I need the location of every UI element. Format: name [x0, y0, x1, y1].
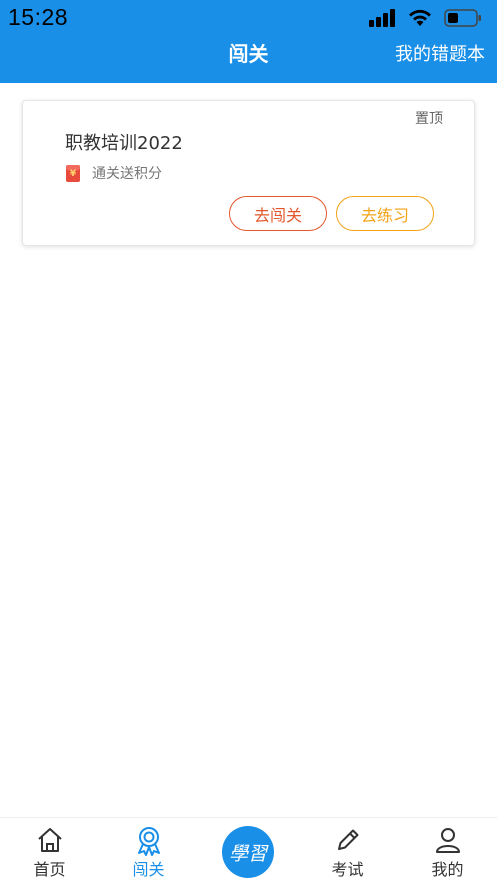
bottom-tab-bar: 首页 闯关 學習 考试 我的 [0, 817, 497, 883]
cellular-signal-icon [369, 9, 395, 27]
pencil-icon [338, 829, 359, 850]
tab-home-label: 首页 [33, 860, 66, 879]
wrong-question-book-link[interactable]: 我的错题本 [395, 40, 485, 66]
tab-home[interactable]: 首页 [0, 818, 99, 883]
medal-icon [138, 827, 160, 856]
tab-exam-label: 考试 [331, 860, 364, 879]
status-time: 15:28 [8, 4, 69, 30]
tab-mine-label: 我的 [431, 860, 464, 879]
app-header: 15:28 闯关 我的错题本 [0, 0, 497, 83]
reward-text: 通关送积分 [92, 166, 162, 182]
home-icon [38, 828, 62, 852]
go-challenge-button[interactable]: 去闯关 [229, 196, 327, 231]
tab-challenge-label: 闯关 [132, 860, 165, 879]
wifi-icon [409, 9, 431, 26]
tab-challenge[interactable]: 闯关 [99, 818, 198, 883]
go-practice-button[interactable]: 去练习 [336, 196, 434, 231]
pin-to-top-button[interactable]: 置顶 [415, 108, 443, 128]
reward-info: ¥ 通关送积分 [66, 163, 162, 183]
card-title: 职教培训2022 [65, 133, 183, 154]
status-bar: 15:28 [0, 0, 497, 36]
red-envelope-icon: ¥ [66, 164, 80, 182]
user-icon [436, 828, 460, 853]
study-center-button[interactable]: 學習 [222, 826, 274, 878]
tab-mine[interactable]: 我的 [398, 818, 497, 883]
battery-icon [444, 9, 481, 27]
tab-exam[interactable]: 考试 [298, 818, 397, 883]
challenge-card[interactable]: 置顶 职教培训2022 ¥ 通关送积分 去闯关 去练习 [22, 100, 475, 246]
